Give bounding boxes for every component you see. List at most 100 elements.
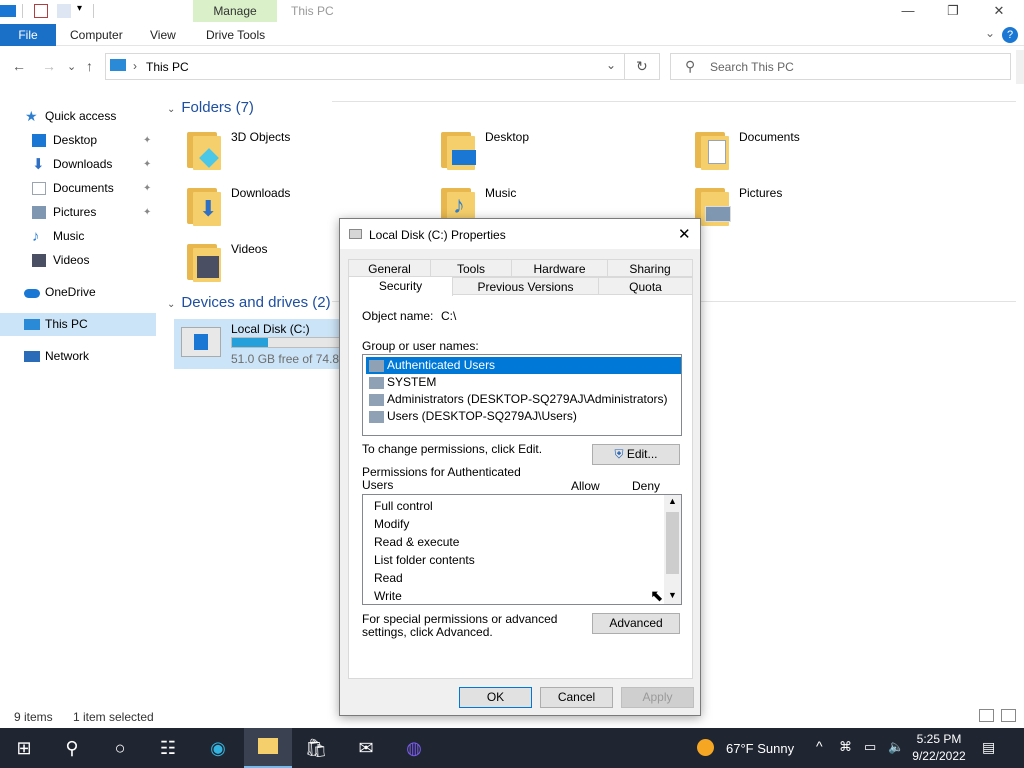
help-icon[interactable]: ? xyxy=(1002,27,1018,43)
tab-general[interactable]: General xyxy=(348,259,431,277)
sidebar-item-pictures[interactable]: Pictures ✦ xyxy=(0,201,156,224)
dialog-close-button[interactable]: ✕ xyxy=(678,225,691,243)
maximize-button[interactable]: ❐ xyxy=(930,0,976,24)
notifications-icon[interactable]: ▤ xyxy=(982,739,995,756)
sidebar-item-quick-access[interactable]: ★ Quick access xyxy=(0,105,156,128)
up-button[interactable]: ↑ xyxy=(86,58,93,74)
edit-button[interactable]: ⛨ Edit... xyxy=(592,444,680,465)
firefox-icon[interactable]: ◍ xyxy=(390,728,438,768)
properties-icon[interactable] xyxy=(34,4,48,18)
permissions-list[interactable]: Full control Modify Read & execute List … xyxy=(362,494,682,605)
folder-item[interactable]: 3D Objects xyxy=(185,130,435,180)
task-view-icon[interactable]: ☷ xyxy=(144,728,192,768)
desktop-folder-icon xyxy=(439,130,476,170)
details-view-icon[interactable] xyxy=(979,709,994,722)
file-explorer-icon[interactable] xyxy=(244,728,292,768)
navigation-bar: ← → ⌄ ↑ › This PC ⌄ ↻ ⚲ Search This PC xyxy=(0,50,1024,84)
search-icon[interactable]: ⚲ xyxy=(48,728,96,768)
meet-now-icon[interactable]: ⌘ xyxy=(839,739,852,755)
ok-button[interactable]: OK xyxy=(459,687,532,708)
tab-quota[interactable]: Quota xyxy=(598,277,693,295)
chevron-down-icon: ⌄ xyxy=(167,299,176,310)
sidebar-item-this-pc[interactable]: This PC xyxy=(0,313,156,336)
sidebar-item-onedrive[interactable]: OneDrive xyxy=(0,281,156,304)
sidebar-item-network[interactable]: Network xyxy=(0,345,156,368)
volume-icon[interactable]: 🔈 xyxy=(888,739,904,755)
advanced-button[interactable]: Advanced xyxy=(592,613,680,634)
address-dropdown-icon[interactable]: ⌄ xyxy=(606,58,616,72)
clock-time[interactable]: 5:25 PM xyxy=(913,732,965,746)
new-folder-icon[interactable] xyxy=(57,4,71,18)
tab-view[interactable]: View xyxy=(150,24,176,46)
sidebar-item-label: Music xyxy=(53,229,85,243)
clock-date[interactable]: 9/22/2022 xyxy=(911,749,967,763)
drive-item[interactable]: Local Disk (C:) 51.0 GB free of 74.8 G xyxy=(174,319,352,369)
users-icon xyxy=(369,394,384,406)
sidebar-item-documents[interactable]: Documents ✦ xyxy=(0,177,156,200)
list-item[interactable]: Authenticated Users xyxy=(366,357,681,374)
forward-button[interactable]: → xyxy=(42,58,56,74)
minimize-button[interactable]: — xyxy=(885,0,931,24)
edge-icon[interactable]: ◉ xyxy=(194,728,242,768)
tab-sharing[interactable]: Sharing xyxy=(607,259,693,277)
scrollbar-thumb[interactable] xyxy=(666,512,679,574)
folder-label: Downloads xyxy=(231,186,291,200)
search-box[interactable]: ⚲ Search This PC xyxy=(670,53,1011,80)
address-bar[interactable]: › This PC ⌄ ↻ xyxy=(105,53,660,80)
scrollbar[interactable]: ▲ ▼ xyxy=(664,495,681,604)
tab-tools[interactable]: Tools xyxy=(430,259,512,277)
folder-item[interactable]: Pictures xyxy=(693,186,943,236)
object-name-label: Object name: xyxy=(362,309,434,323)
section-folders-header[interactable]: ⌄ Folders (7) xyxy=(167,99,254,116)
tab-computer[interactable]: Computer xyxy=(70,24,123,46)
security-tab-page: Object name: C:\ Group or user names: Au… xyxy=(348,294,693,679)
tab-previous-versions[interactable]: Previous Versions xyxy=(452,277,599,295)
refresh-icon[interactable]: ↻ xyxy=(636,58,648,75)
customize-dropdown-icon[interactable]: ▾ xyxy=(77,3,82,14)
sidebar-item-downloads[interactable]: ⬇ Downloads ✦ xyxy=(0,153,156,176)
apply-button[interactable]: Apply xyxy=(621,687,694,708)
weather-icon[interactable] xyxy=(697,739,714,756)
folder-item[interactable]: Documents xyxy=(693,130,943,180)
list-item[interactable]: SYSTEM xyxy=(366,374,681,391)
close-button[interactable]: ✕ xyxy=(976,0,1022,24)
cancel-button[interactable]: Cancel xyxy=(540,687,613,708)
sidebar-item-music[interactable]: ♪ Music xyxy=(0,225,156,248)
scroll-up-icon[interactable]: ▲ xyxy=(668,496,677,506)
list-item[interactable]: Users (DESKTOP-SQ279AJ\Users) xyxy=(366,408,681,425)
start-button[interactable]: ⊞ xyxy=(0,728,48,768)
search-input[interactable]: Search This PC xyxy=(710,60,794,74)
sidebar-item-desktop[interactable]: Desktop ✦ xyxy=(0,129,156,152)
tab-drive-tools[interactable]: Drive Tools xyxy=(206,24,265,46)
divider xyxy=(624,54,625,79)
file-tab[interactable]: File xyxy=(0,24,56,46)
folder-label: Videos xyxy=(231,242,268,256)
onedrive-icon xyxy=(24,289,40,298)
section-devices-header[interactable]: ⌄ Devices and drives (2) xyxy=(167,294,331,311)
manage-contextual-tab[interactable]: Manage xyxy=(193,0,277,22)
breadcrumb[interactable]: This PC xyxy=(146,60,189,74)
tab-hardware[interactable]: Hardware xyxy=(511,259,608,277)
star-icon: ★ xyxy=(25,108,38,124)
properties-dialog: Local Disk (C:) Properties ✕ General Too… xyxy=(339,218,701,716)
recent-locations-button[interactable]: ⌄ xyxy=(67,60,76,73)
mail-icon[interactable]: ✉ xyxy=(342,728,390,768)
users-icon xyxy=(369,360,384,372)
back-button[interactable]: ← xyxy=(12,58,26,74)
sidebar-item-videos[interactable]: Videos xyxy=(0,249,156,272)
scrollbar[interactable] xyxy=(1016,50,1024,84)
user-list[interactable]: Authenticated Users SYSTEM Administrator… xyxy=(362,354,682,436)
item-count: 9 items xyxy=(14,710,53,724)
tab-security[interactable]: Security xyxy=(348,276,453,296)
cortana-icon[interactable]: ○ xyxy=(96,728,144,768)
list-item[interactable]: Administrators (DESKTOP-SQ279AJ\Administ… xyxy=(366,391,681,408)
weather-text[interactable]: 67°F Sunny xyxy=(726,741,794,756)
large-icons-view-icon[interactable] xyxy=(1001,709,1016,722)
folder-item[interactable]: Desktop xyxy=(439,130,689,180)
network-icon[interactable]: ▭ xyxy=(864,739,876,755)
chevron-up-icon[interactable]: ^ xyxy=(816,738,823,754)
expand-ribbon-icon[interactable]: ⌄ xyxy=(985,26,995,40)
store-icon[interactable]: 🛍 xyxy=(292,728,340,768)
this-pc-icon[interactable] xyxy=(0,5,16,17)
scroll-down-icon[interactable]: ▼ xyxy=(668,590,677,600)
